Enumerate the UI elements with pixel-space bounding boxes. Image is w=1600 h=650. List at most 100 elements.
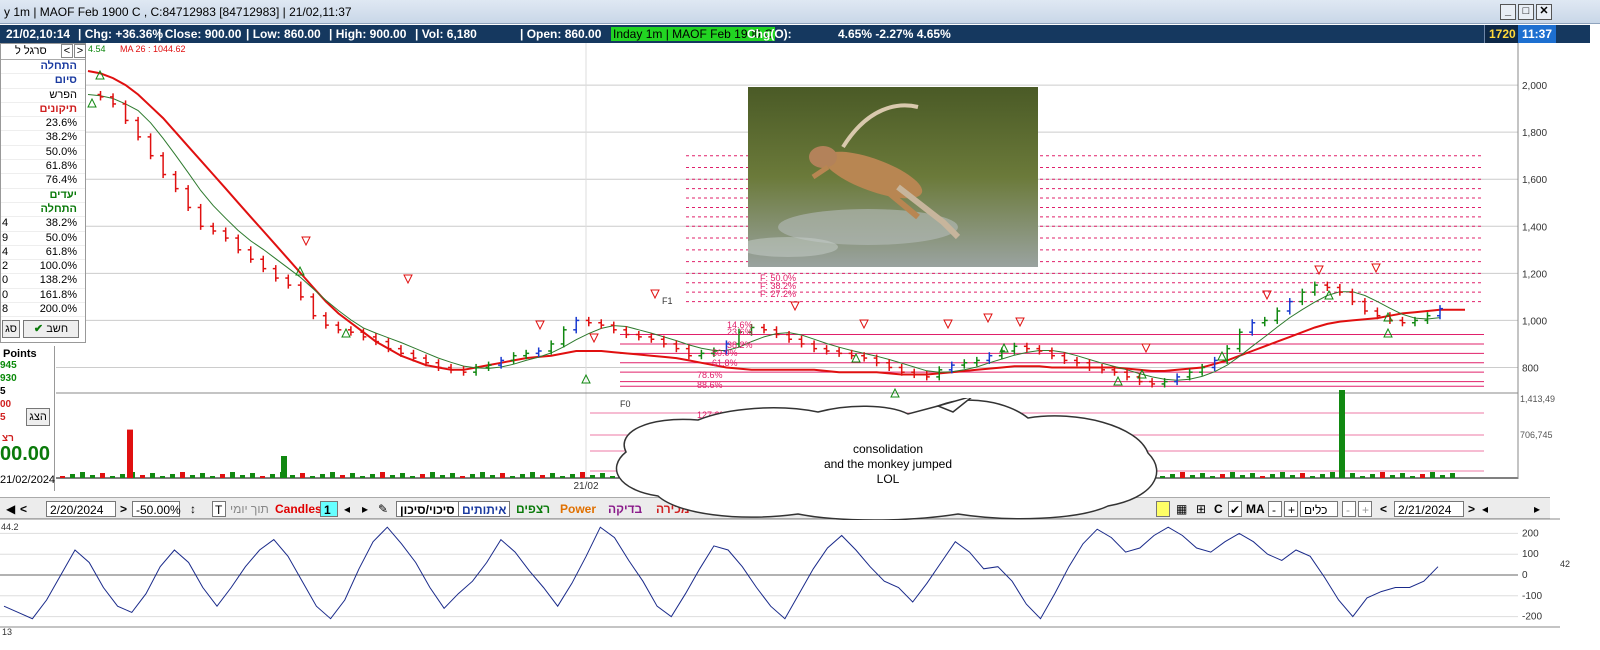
points-big-value: 00.00 [0, 443, 51, 465]
volume-bar [1220, 474, 1225, 478]
fib-row-left: 2 [2, 260, 9, 273]
fib-row-right: 100.0% [39, 260, 77, 273]
fib-row: 0 161.8% [1, 289, 85, 304]
eraser-icon[interactable]: ✎ [378, 501, 388, 517]
tab-risk[interactable]: סיכוי/סיכון [396, 501, 459, 517]
minimize-icon[interactable]: _ [1500, 4, 1516, 20]
volume-bar [140, 475, 145, 478]
candles-label: Candles [275, 502, 322, 516]
fib-row: סיום [1, 74, 85, 89]
volume-bar [80, 472, 85, 478]
volume-bar [60, 476, 65, 478]
price-tick-label: 800 [1522, 363, 1539, 374]
fib-label: 61.8% [712, 358, 738, 368]
zoom-out-button[interactable]: - [1268, 501, 1282, 517]
price-tick-label: 1,000 [1522, 316, 1547, 327]
volume-bar [1240, 475, 1245, 478]
tab-signals[interactable]: איתותים [458, 501, 511, 517]
volume-bar [420, 474, 425, 478]
candles-input[interactable]: 1 [320, 501, 338, 517]
points-title: Points [3, 348, 37, 360]
fib-row-right: 50.0% [45, 145, 77, 158]
fib-row-right: 61.8% [45, 160, 77, 173]
chg-o-values: 4.65% -2.27% 4.65% [838, 27, 951, 41]
candles-left-icon[interactable]: ◂ [344, 501, 350, 517]
grid-icon[interactable]: ▦ [1176, 501, 1187, 517]
volume-bar [1330, 472, 1335, 478]
toolbar-prev-icon[interactable]: < [20, 501, 27, 517]
osc-tick-label: -100 [1522, 591, 1542, 602]
volume-bar [1230, 472, 1235, 478]
t-button[interactable]: T [212, 501, 226, 517]
right-scroll-left-icon[interactable]: ◂ [1482, 501, 1488, 517]
quote-low: | Low: 860.00 [246, 27, 321, 41]
tab-power[interactable]: Power [560, 501, 596, 517]
volume-bar [1450, 473, 1455, 478]
fib-row: 61.8% [1, 160, 85, 175]
title-bar: y 1m | MAOF Feb 1900 C , C:84712983 [847… [0, 0, 1600, 24]
right-prev-icon[interactable]: < [1380, 501, 1387, 517]
calc-button[interactable]: ✔ חשב [23, 320, 79, 338]
tools-select[interactable]: כלים [1300, 501, 1338, 517]
chart-type-icon[interactable]: ⊞ [1196, 501, 1206, 517]
fib-panel: סרגל ל < > התחלה סיום הפרש תיקונים 23.6% 38.2… [0, 43, 86, 343]
toolbar-next-icon[interactable]: > [120, 501, 127, 517]
volume-bar [100, 473, 105, 478]
percent-field[interactable]: -50.00% [132, 501, 181, 517]
volume-bar [520, 474, 525, 478]
volume-bar [1350, 473, 1355, 478]
fib-row-right: 200.0% [39, 303, 77, 316]
resize-vertical-icon[interactable]: ↕ [190, 501, 196, 517]
right-date-select[interactable]: 2/21/2024 [1394, 501, 1464, 517]
volume-bar [260, 476, 265, 478]
fib-panel-header: סרגל ל < > [1, 44, 86, 60]
intraday-toggle[interactable]: תוך יומי [230, 501, 269, 517]
quote-chg: | Chg: +36.36% [78, 27, 164, 41]
volume-bar [250, 473, 255, 478]
right-next-icon[interactable]: > [1468, 501, 1475, 517]
bubble-line-3: LOL [876, 472, 900, 486]
fib-row-left: 4 [2, 245, 9, 258]
quote-open: | Open: 860.00 [520, 27, 602, 41]
volume-bar [470, 474, 475, 478]
candles-right-icon[interactable]: ▸ [362, 501, 368, 517]
osc-tick-label: 200 [1522, 528, 1539, 539]
volume-bar [1250, 473, 1255, 478]
volume-bar [1280, 472, 1285, 478]
volume-bar [220, 474, 225, 478]
prev-arrow-icon[interactable]: < [61, 44, 73, 58]
close-icon[interactable]: ✕ [1536, 4, 1552, 20]
volume-bar [500, 473, 505, 478]
fib-rows: התחלה סיום הפרש תיקונים 23.6% 38.2% 50.0% 61.8%… [1, 60, 85, 318]
toolbar-left-arrow-icon[interactable]: ◀ [6, 501, 15, 517]
scroll-minus-button[interactable]: - [1342, 501, 1356, 517]
zoom-in-button[interactable]: + [1284, 501, 1298, 517]
price-tick-label: 1,200 [1522, 269, 1547, 280]
fib-row-right: תיקונים [39, 102, 78, 115]
tab-sequences[interactable]: רצפים [516, 501, 550, 517]
volume-bar [120, 474, 125, 478]
fib-row-left: 0 [2, 274, 9, 287]
osc-left-label: 44.2 [1, 522, 19, 532]
volume-bar [320, 474, 325, 478]
speech-bubble: consolidation and the monkey jumped LOL [608, 395, 1168, 521]
left-date-select[interactable]: 2/20/2024 [46, 501, 116, 517]
volume-bar [580, 472, 585, 478]
show-button[interactable]: הצג [26, 408, 50, 426]
scroll-plus-button[interactable]: + [1358, 501, 1372, 517]
points-value: 5 [0, 386, 6, 397]
volume-tick-label: 1,413,49 [1520, 394, 1555, 404]
c-toggle[interactable]: C [1214, 501, 1223, 517]
volume-bar [1190, 475, 1195, 478]
volume-bar [150, 473, 155, 478]
volume-tick-label: 706,745 [1520, 430, 1553, 440]
ma-checkbox-icon[interactable]: ✔ [1228, 501, 1242, 517]
clear-button[interactable]: סג [2, 320, 20, 338]
fib-row: 4 61.8% [1, 245, 85, 261]
volume-bar [430, 472, 435, 478]
maximize-icon[interactable]: □ [1518, 4, 1534, 20]
fib-row-left: 9 [2, 231, 9, 244]
right-scroll-right-icon[interactable]: ▸ [1534, 501, 1540, 517]
points-date: 21/02/2024 [0, 474, 56, 486]
next-arrow-icon[interactable]: > [74, 44, 86, 58]
